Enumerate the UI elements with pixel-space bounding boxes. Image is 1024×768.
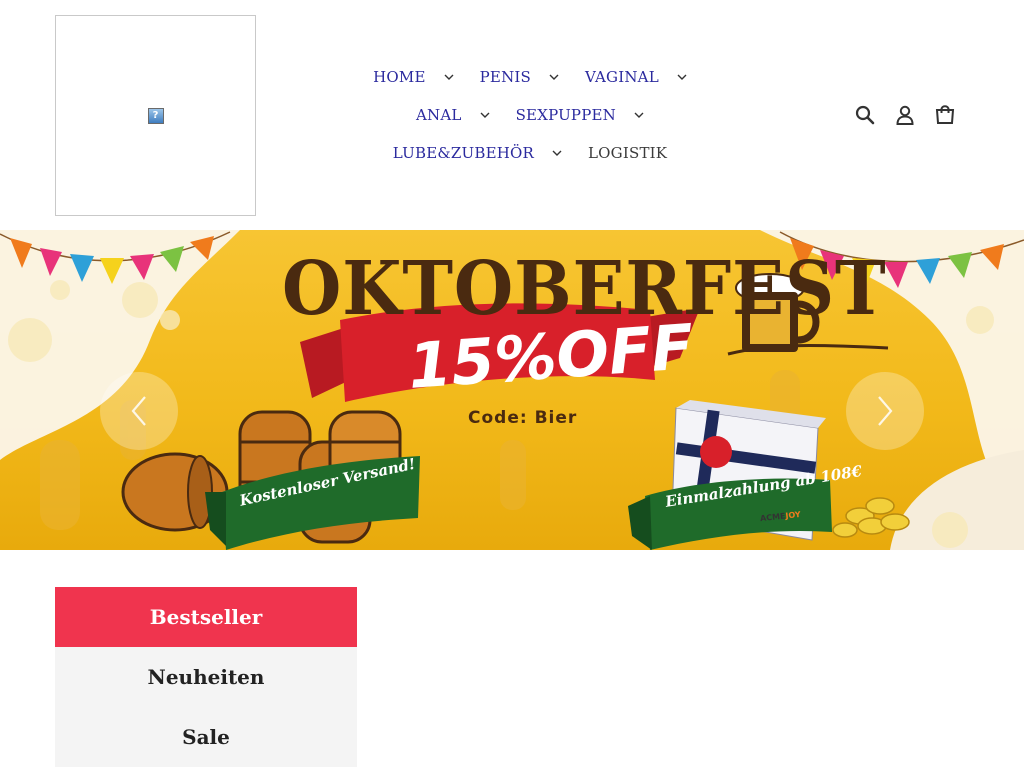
tab-sale[interactable]: Sale (55, 707, 357, 767)
hero-title: OKTOBERFEST (282, 246, 887, 332)
nav-item-lube-zubehoer[interactable]: LUBE&ZUBEHÖR (393, 144, 562, 162)
chevron-down-icon (444, 73, 454, 81)
slider-prev-button[interactable] (100, 372, 178, 450)
category-tabs: Bestseller Neuheiten Sale (55, 587, 357, 767)
tab-bestseller[interactable]: Bestseller (55, 587, 357, 647)
nav-item-penis[interactable]: PENIS (480, 68, 559, 86)
hero-discount: 15%OFF (405, 310, 696, 403)
chevron-down-icon (677, 73, 687, 81)
hero-code: Code: Bier (468, 408, 578, 428)
broken-image-icon: ? (147, 107, 164, 124)
nav-item-label: SEXPUPPEN (515, 106, 616, 124)
nav-item-anal[interactable]: ANAL (416, 106, 490, 124)
tab-neuheiten[interactable]: Neuheiten (55, 647, 357, 707)
search-icon[interactable] (853, 103, 877, 127)
nav-item-label: HOME (373, 68, 426, 86)
account-icon[interactable] (893, 103, 917, 127)
nav-item-label: LUBE&ZUBEHÖR (392, 144, 535, 162)
slider-next-button[interactable] (846, 372, 924, 450)
nav-item-sexpuppen[interactable]: SEXPUPPEN (516, 106, 644, 124)
nav-row-2: ANAL SEXPUPPEN (300, 96, 760, 134)
site-header: ? HOME PENIS VAGINAL ANAL SEXPUPPEN LUBE… (0, 0, 1024, 230)
nav-item-home[interactable]: HOME (373, 68, 454, 86)
nav-row-3: LUBE&ZUBEHÖR LOGISTIK (300, 134, 760, 172)
nav-item-vaginal[interactable]: VAGINAL (585, 68, 687, 86)
nav-item-label: LOGISTIK (588, 144, 668, 162)
cart-icon[interactable] (933, 103, 957, 127)
nav-item-label: VAGINAL (585, 68, 659, 86)
chevron-down-icon (634, 111, 644, 119)
chevron-left-icon (129, 394, 149, 428)
chevron-right-icon (875, 394, 895, 428)
chevron-down-icon (549, 73, 559, 81)
main-navigation: HOME PENIS VAGINAL ANAL SEXPUPPEN LUBE&Z… (300, 58, 760, 172)
nav-item-label: PENIS (479, 68, 531, 86)
nav-item-label: ANAL (416, 106, 462, 124)
hero-banner[interactable]: OKTOBERFEST 15%OFF Code: Bier Kostenlose… (0, 230, 1024, 550)
nav-item-logistik[interactable]: LOGISTIK (588, 144, 667, 162)
nav-row-1: HOME PENIS VAGINAL (300, 58, 760, 96)
header-actions (853, 103, 973, 127)
chevron-down-icon (552, 149, 562, 157)
chevron-down-icon (480, 111, 490, 119)
site-logo[interactable]: ? (55, 15, 256, 216)
box-brand-part-b: JOY (785, 509, 802, 521)
